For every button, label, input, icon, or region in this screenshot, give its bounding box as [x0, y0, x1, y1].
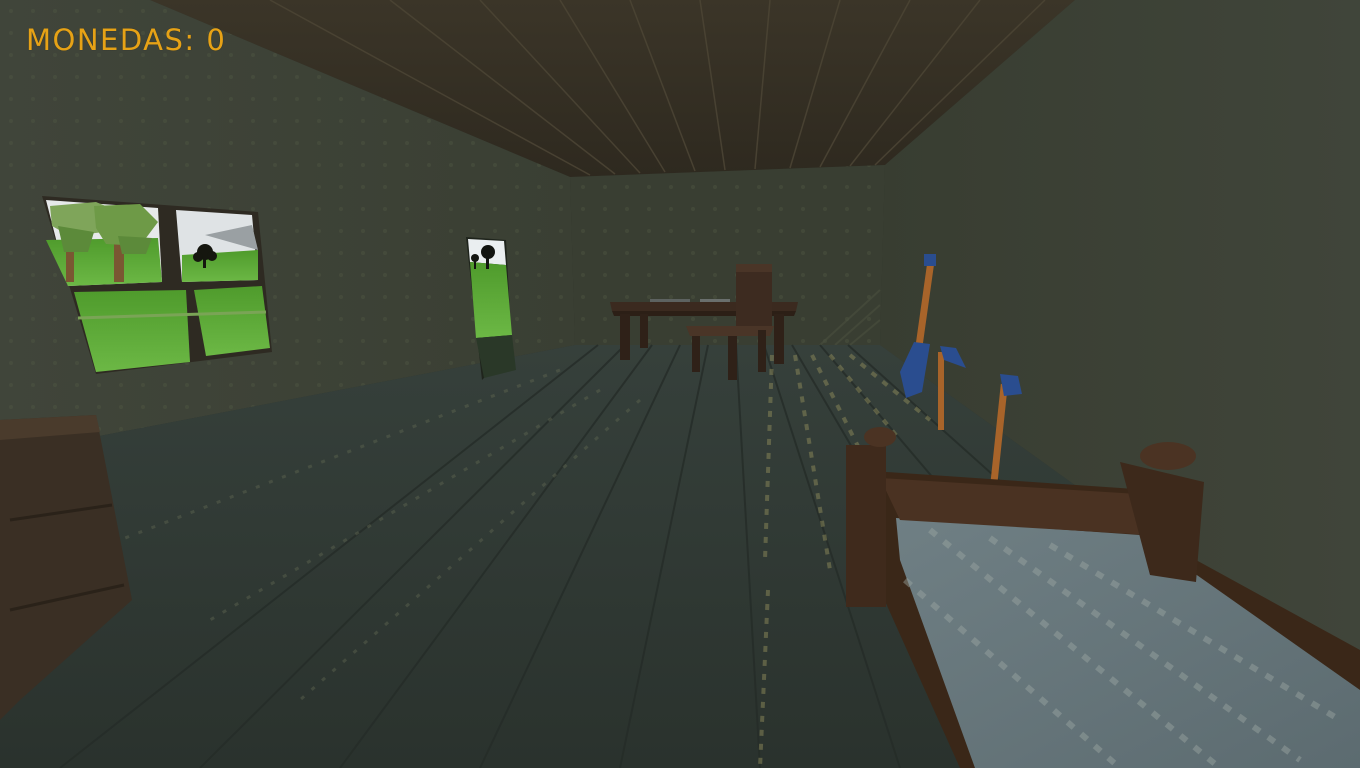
back-wall [570, 165, 885, 346]
coins-counter: MONEDAS: 0 [26, 26, 226, 55]
game-viewport[interactable]: MONEDAS: 0 [0, 0, 1360, 768]
coins-label: MONEDAS: [26, 23, 196, 57]
coins-value: 0 [206, 23, 227, 57]
3d-scene[interactable] [0, 0, 1360, 768]
